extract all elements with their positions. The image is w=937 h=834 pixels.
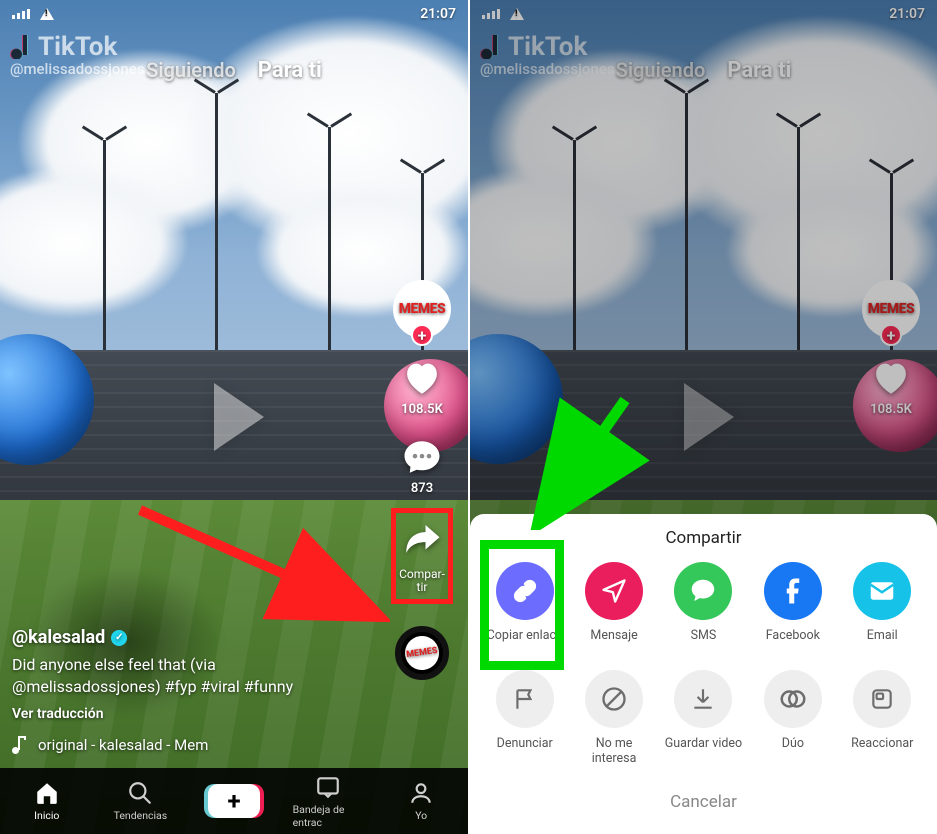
download-icon [674,670,732,728]
video-caption: Did anyone else feel that (via @melissad… [12,654,368,698]
clock-time: 21:07 [420,6,456,22]
screenshot-right: 21:07 TikTok @melissadossjones Siguiendo… [468,0,937,834]
share-not-interested[interactable]: No me interesa [573,670,655,766]
share-icon [401,518,443,564]
share-message[interactable]: Mensaje [573,562,655,658]
search-icon [127,780,153,806]
share-email[interactable]: Email [841,562,923,658]
nav-me[interactable]: Yo [386,780,456,822]
nav-create[interactable] [199,784,269,818]
bottom-nav: Inicio Tendencias Bandeja de entrac Yo [0,768,468,834]
action-rail: MEMES + 108.5K 873 Compar- tir [386,280,458,680]
author-avatar[interactable]: MEMES + [393,280,451,338]
react-icon [853,670,911,728]
see-translation[interactable]: Ver traducción [12,706,368,722]
feed-tabs: Siguiendo Para ti [0,58,468,83]
tab-for-you[interactable]: Para ti [258,58,322,83]
share-cancel-button[interactable]: Cancelar [480,774,927,824]
follow-plus-icon[interactable]: + [411,324,433,346]
sound-marquee[interactable]: original - kalesalad - Mem [12,736,368,754]
video-info: @kalesalad ✓ Did anyone else feel that (… [12,627,368,754]
comment-count: 873 [411,481,433,496]
share-facebook[interactable]: Facebook [752,562,834,658]
comment-icon [400,435,444,479]
warning-icon [40,8,54,20]
author-handle[interactable]: @kalesalad ✓ [12,627,368,648]
share-sms[interactable]: SMS [662,562,744,658]
heart-icon [400,356,444,400]
sound-disc[interactable]: MEMES [395,626,449,680]
share-report[interactable]: Denunciar [484,670,566,766]
share-label: Compar- tir [399,568,445,594]
person-icon [408,780,434,806]
share-row-apps: Copiar enlace Mensaje SMS [480,562,927,658]
share-sheet-title: Compartir [480,528,927,548]
ban-icon [585,670,643,728]
nav-discover[interactable]: Tendencias [105,780,175,822]
screenshot-left: 21:07 TikTok @melissadossjones Siguiendo… [0,0,468,834]
status-bar: 21:07 [0,0,468,28]
share-copy-link[interactable]: Copiar enlace [484,562,566,658]
tiktok-logo-icon [10,35,32,59]
link-icon [496,562,554,620]
send-icon [585,562,643,620]
share-sheet: Compartir Copiar enlace Mensaje [470,514,937,834]
inbox-icon [315,774,341,800]
mail-icon [853,562,911,620]
share-row-actions: Denunciar No me interesa Guardar video [480,670,927,766]
facebook-icon [764,562,822,620]
verified-badge-icon: ✓ [111,630,127,646]
share-react[interactable]: Reaccionar [841,670,923,766]
like-button[interactable]: 108.5K [400,356,444,417]
share-button[interactable]: Compar- tir [397,514,447,598]
comment-button[interactable]: 873 [400,435,444,496]
flag-icon [496,670,554,728]
play-icon[interactable] [214,383,264,451]
plus-icon [208,784,260,818]
home-icon [34,780,60,806]
nav-home[interactable]: Inicio [12,780,82,822]
tab-following[interactable]: Siguiendo [146,58,236,83]
music-note-icon [12,736,28,754]
nav-inbox[interactable]: Bandeja de entrac [293,774,363,829]
sms-icon [674,562,732,620]
duet-icon [764,670,822,728]
like-count: 108.5K [401,402,443,417]
share-duet[interactable]: Dúo [752,670,834,766]
share-save-video[interactable]: Guardar video [662,670,744,766]
